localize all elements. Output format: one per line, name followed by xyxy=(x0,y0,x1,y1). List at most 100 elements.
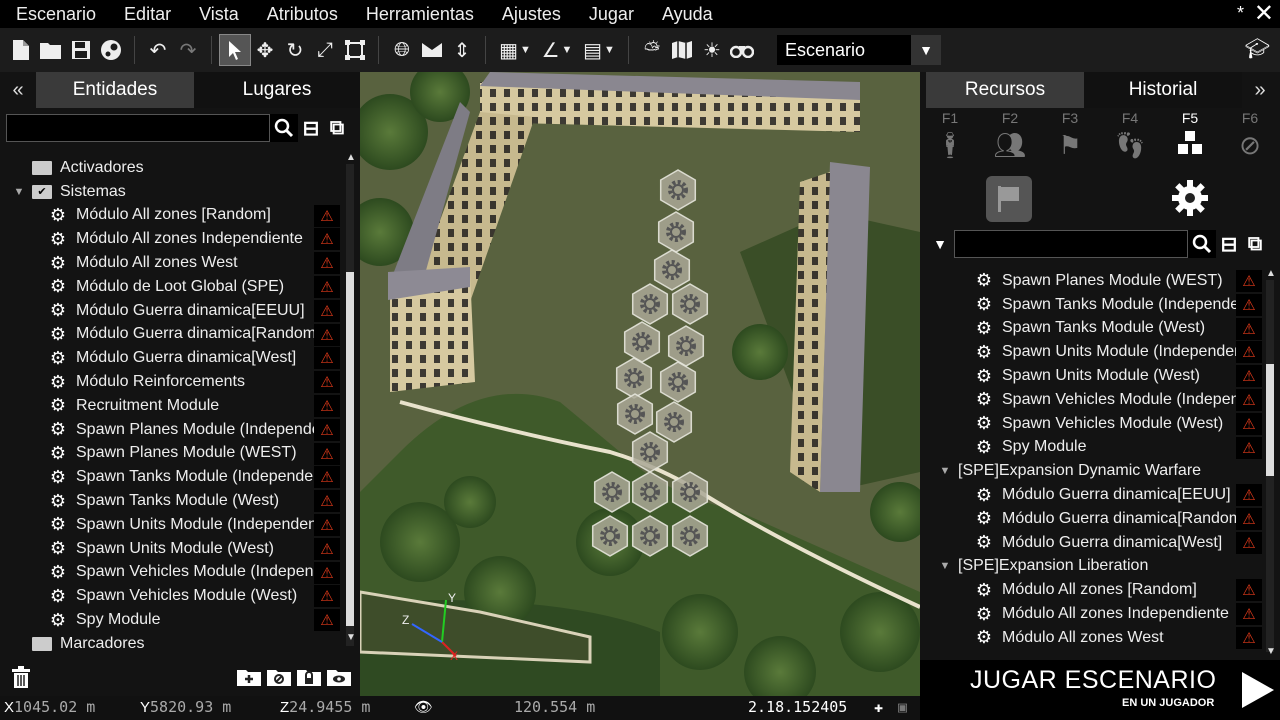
angle-snap-dropdown-icon[interactable]: ∠ ▼ xyxy=(536,35,578,65)
expand-arrow-icon[interactable]: ▼ xyxy=(10,186,28,198)
tree-item[interactable]: ⚙ Spawn Tanks Module (West) ⚠ xyxy=(936,317,1262,341)
tree-item[interactable]: ⚙ Spawn Units Module (West) ⚠ xyxy=(936,364,1262,388)
collapse-left-button[interactable]: « xyxy=(0,72,36,108)
undo-icon[interactable]: ↶ xyxy=(143,35,173,65)
scroll-up-icon[interactable]: ▲ xyxy=(346,152,356,163)
tree-item[interactable]: ⚙ Spawn Vehicles Module (Independe ⚠ xyxy=(10,561,340,585)
tree-group[interactable]: ▼ [SPE]Expansion Dynamic Warfare xyxy=(936,459,1262,483)
area-select-icon[interactable] xyxy=(340,35,370,65)
add-folder-icon[interactable] xyxy=(234,664,264,690)
weather-icon[interactable]: ⛅︎ xyxy=(637,35,667,65)
move-icon[interactable]: ✥ xyxy=(250,35,280,65)
tree-item[interactable]: ⚙ Módulo Guerra dinamica[Random] ⚠ xyxy=(936,507,1262,531)
tab-f4-waypoints[interactable]: F4 👣︎ xyxy=(1110,110,1150,161)
scroll-down-icon[interactable]: ▼ xyxy=(346,632,356,643)
world-space-icon[interactable]: 🌐︎ xyxy=(387,35,417,65)
menu-escenario[interactable]: Escenario xyxy=(0,0,110,28)
tree-item[interactable]: ⚙ Spawn Planes Module (Independent ⚠ xyxy=(10,418,340,442)
tree-item[interactable]: ⚙ Módulo Guerra dinamica[EEUU] ⚠ xyxy=(936,483,1262,507)
tree-item[interactable]: ⚙ Módulo All zones [Random] ⚠ xyxy=(936,578,1262,602)
tree-item[interactable]: ⚙ Spawn Planes Module (WEST) ⚠ xyxy=(10,442,340,466)
tab-f1-units[interactable]: F1 🕴︎ xyxy=(930,110,970,161)
ruler-dropdown-icon[interactable]: ▤ ▼ xyxy=(578,35,620,65)
grid-snap-icon[interactable]: ✚ xyxy=(874,698,883,716)
tree-item[interactable]: ⚙ Módulo de Loot Global (SPE) ⚠ xyxy=(10,275,340,299)
tree-category[interactable]: Marcadores xyxy=(10,632,340,656)
tab-f3-triggers[interactable]: F3 ⚑ xyxy=(1050,110,1090,161)
tab-recursos[interactable]: Recursos xyxy=(926,72,1084,108)
scroll-down-icon[interactable]: ▼ xyxy=(1266,646,1276,657)
tree-item[interactable]: ⚙ Recruitment Module ⚠ xyxy=(10,394,340,418)
3d-viewport[interactable]: Y Z X xyxy=(360,72,920,696)
tree-item[interactable]: ⚙ Spawn Units Module (Independent) ⚠ xyxy=(936,340,1262,364)
surface-snap-icon[interactable] xyxy=(417,35,447,65)
graduation-cap-icon[interactable]: 🎓︎ xyxy=(1245,36,1270,61)
trash-icon[interactable] xyxy=(6,664,36,690)
tab-historial[interactable]: Historial xyxy=(1084,72,1242,108)
assets-search-input[interactable] xyxy=(954,230,1188,258)
close-button[interactable]: ✕ xyxy=(1254,2,1274,26)
rotate-icon[interactable]: ↻ xyxy=(280,35,310,65)
save-icon[interactable] xyxy=(66,35,96,65)
tree-item[interactable]: ⚙ Módulo Guerra dinamica[West] ⚠ xyxy=(10,346,340,370)
time-of-day-icon[interactable]: ☀︎ xyxy=(697,35,727,65)
grid-dropdown-icon[interactable]: ▦ ▼ xyxy=(494,35,536,65)
entities-scroll-thumb[interactable] xyxy=(346,272,354,626)
chevron-down-icon[interactable]: ▼ xyxy=(911,35,941,65)
redo-icon[interactable]: ↷ xyxy=(173,35,203,65)
trigger-category-icon[interactable] xyxy=(986,176,1032,222)
window-mode-icon[interactable]: ▣ xyxy=(898,698,907,716)
select-cursor-icon[interactable] xyxy=(219,34,251,66)
tab-f2-groups[interactable]: F2 👥︎ xyxy=(990,110,1030,161)
chevron-down-icon[interactable]: ▼ xyxy=(926,236,954,252)
tree-item[interactable]: ⚙ Módulo Guerra dinamica[Random] ⚠ xyxy=(10,323,340,347)
steam-icon[interactable] xyxy=(96,35,126,65)
lock-folder-icon[interactable] xyxy=(294,664,324,690)
tree-item[interactable]: ⚙ Módulo Guerra dinamica[West] ⚠ xyxy=(936,531,1262,555)
binoculars-icon[interactable] xyxy=(727,35,757,65)
entities-search-input[interactable] xyxy=(6,114,270,142)
tree-item[interactable]: ⚙ Módulo All zones Independiente ⚠ xyxy=(10,227,340,251)
expand-all-icon[interactable]: ⧉ xyxy=(1242,231,1268,257)
tree-item[interactable]: ⚙ Módulo All zones West ⚠ xyxy=(10,251,340,275)
visibility-folder-icon[interactable] xyxy=(324,664,354,690)
expand-arrow-icon[interactable]: ▼ xyxy=(936,560,954,572)
tree-item[interactable]: ⚙ Spawn Vehicles Module (West) ⚠ xyxy=(10,584,340,608)
tab-f5-systems[interactable]: F5 xyxy=(1170,110,1210,163)
tree-item[interactable]: ⚙ Spawn Units Module (Independent) ⚠ xyxy=(10,513,340,537)
collapse-all-icon[interactable]: ⊟ xyxy=(1216,231,1242,257)
scale-icon[interactable]: ⤢ xyxy=(310,35,340,65)
gear-icon[interactable] xyxy=(1168,176,1212,220)
search-icon[interactable] xyxy=(270,114,298,142)
tree-category[interactable]: Activadores xyxy=(10,156,340,180)
tree-item[interactable]: ⚙ Módulo Reinforcements ⚠ xyxy=(10,370,340,394)
play-scenario-button[interactable]: JUGAR ESCENARIO EN UN JUGADOR xyxy=(920,660,1280,720)
tree-item[interactable]: ⚙ Módulo All zones [Random] ⚠ xyxy=(10,204,340,228)
assets-scroll-thumb[interactable] xyxy=(1266,364,1274,476)
menu-atributos[interactable]: Atributos xyxy=(253,0,352,28)
menu-ajustes[interactable]: Ajustes xyxy=(488,0,575,28)
tree-item[interactable]: ⚙ Spawn Vehicles Module (Independe ⚠ xyxy=(936,388,1262,412)
tree-item[interactable]: ⚙ Spawn Tanks Module (Independent) ⚠ xyxy=(10,465,340,489)
tree-group[interactable]: ▼ ✔ Sistemas xyxy=(10,180,340,204)
tree-item[interactable]: ⚙ Módulo All zones West ⚠ xyxy=(936,626,1262,650)
tree-item[interactable]: ⚙ Spawn Vehicles Module (West) ⚠ xyxy=(936,412,1262,436)
vertical-mode-icon[interactable]: ⇕ xyxy=(447,35,477,65)
disable-folder-icon[interactable] xyxy=(264,664,294,690)
menu-ayuda[interactable]: Ayuda xyxy=(648,0,727,28)
scroll-up-icon[interactable]: ▲ xyxy=(1266,268,1276,279)
menu-editar[interactable]: Editar xyxy=(110,0,185,28)
expand-arrow-icon[interactable]: ▼ xyxy=(936,465,954,477)
expand-all-icon[interactable]: ⧉ xyxy=(324,115,350,141)
tree-item[interactable]: ⚙ Spawn Units Module (West) ⚠ xyxy=(10,537,340,561)
menu-herramientas[interactable]: Herramientas xyxy=(352,0,488,28)
tree-group[interactable]: ▼ [SPE]Expansion Liberation xyxy=(936,555,1262,579)
search-icon[interactable] xyxy=(1188,230,1216,258)
map-icon[interactable] xyxy=(667,35,697,65)
open-folder-icon[interactable] xyxy=(36,35,66,65)
tree-item[interactable]: ⚙ Spy Module ⚠ xyxy=(936,436,1262,460)
menu-jugar[interactable]: Jugar xyxy=(575,0,648,28)
new-file-icon[interactable] xyxy=(6,35,36,65)
tree-item[interactable]: ⚙ Spawn Planes Module (WEST) ⚠ xyxy=(936,269,1262,293)
tree-item[interactable]: ⚙ Spy Module ⚠ xyxy=(10,608,340,632)
